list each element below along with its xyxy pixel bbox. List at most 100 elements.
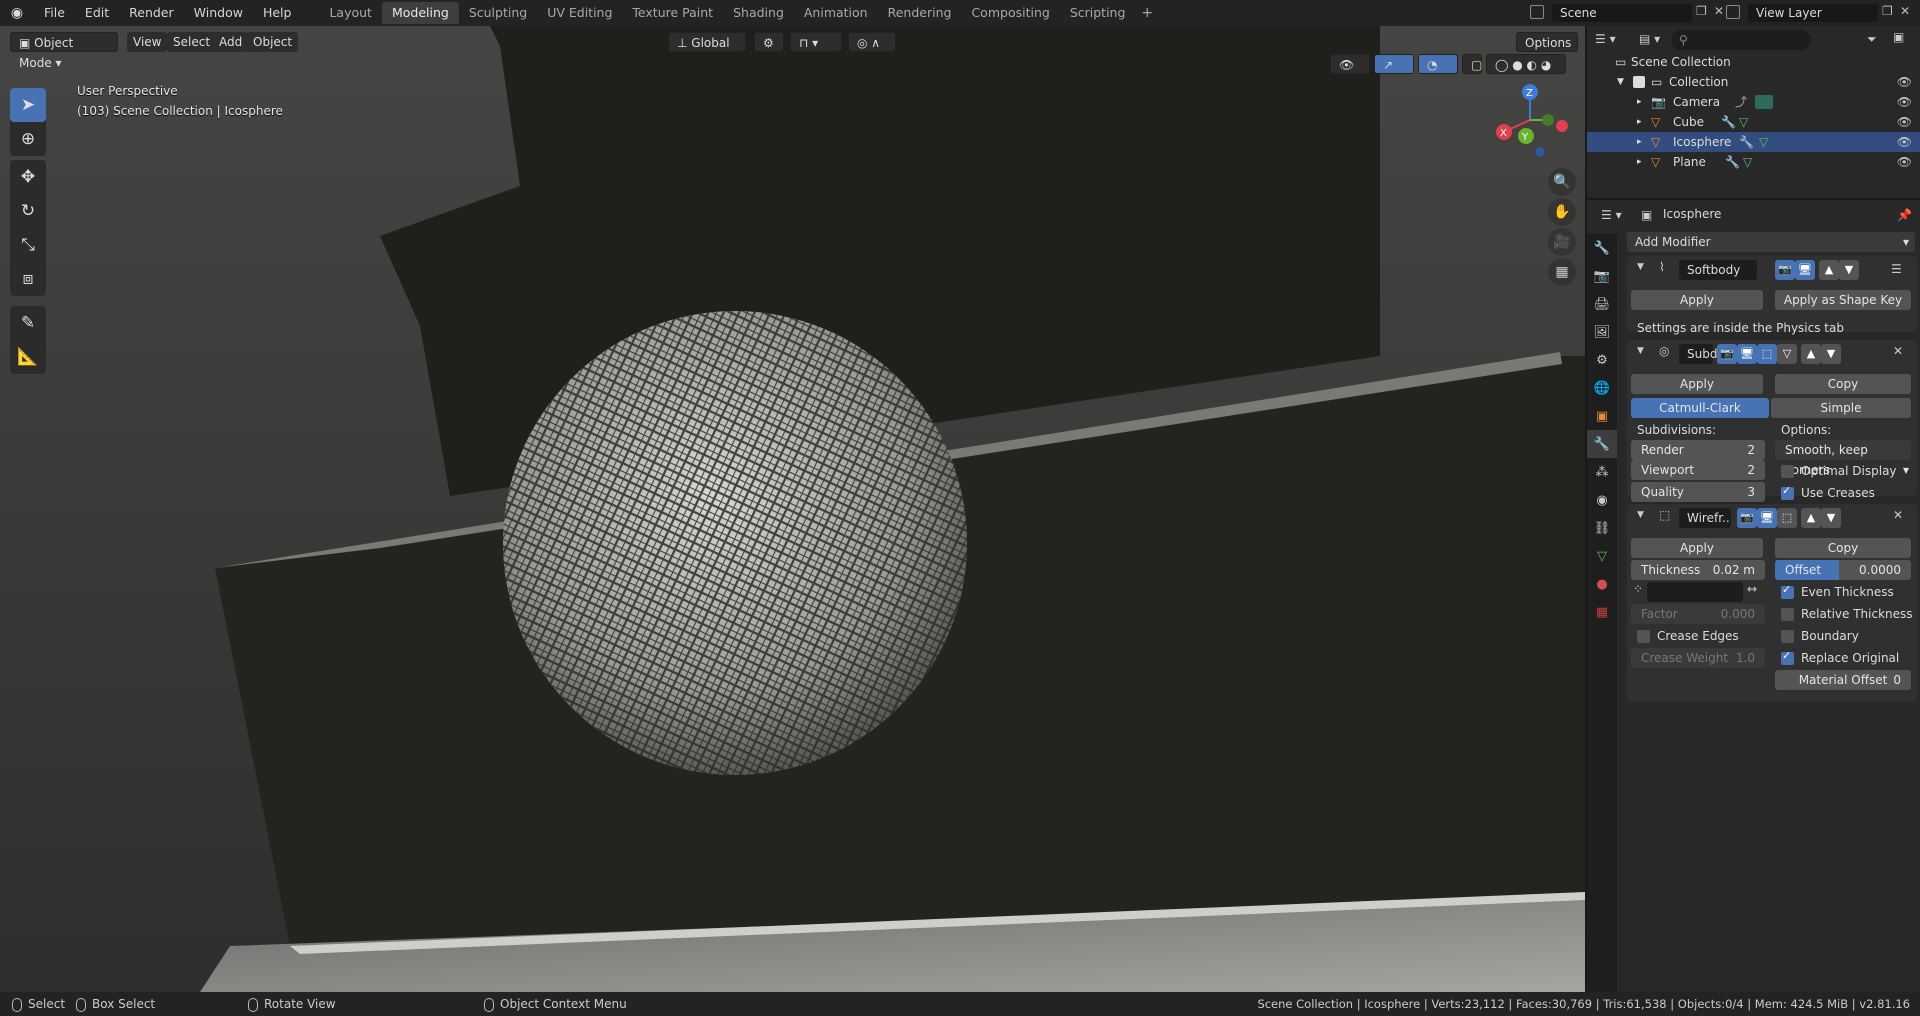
move-down-icon[interactable]: ▼	[1839, 260, 1859, 280]
move-down-icon[interactable]: ▼	[1821, 344, 1841, 364]
vertex-group-field[interactable]	[1647, 582, 1743, 602]
menu-select[interactable]: Select	[167, 32, 217, 52]
rotate-tool-icon[interactable]: ↻	[10, 194, 46, 228]
collapse-arrow-icon[interactable]: ▼	[1637, 262, 1644, 272]
modifier-options-icon[interactable]: ☰	[1891, 262, 1902, 276]
move-up-icon[interactable]: ▲	[1801, 344, 1821, 364]
viewport-toggle-icon[interactable]: 🖥	[1795, 260, 1815, 280]
menu-add[interactable]: Add	[213, 32, 249, 52]
expand-arrow-icon[interactable]: ▸	[1637, 112, 1642, 132]
viewport-toggle-icon[interactable]: 🖥	[1757, 508, 1777, 528]
move-up-icon[interactable]: ▲	[1819, 260, 1839, 280]
world-tab-icon[interactable]: 🌐	[1587, 374, 1617, 402]
optimal-display-checkbox[interactable]	[1781, 465, 1794, 478]
expand-arrow-icon[interactable]: ▸	[1637, 152, 1642, 172]
menu-help[interactable]: Help	[253, 0, 302, 26]
add-workspace-button[interactable]: +	[1135, 5, 1159, 21]
cursor-tool-icon[interactable]: ⊕	[10, 122, 46, 156]
outliner-row-collection[interactable]: ▼ ▭ Collection 👁	[1587, 72, 1920, 92]
menu-object[interactable]: Object	[247, 32, 299, 52]
editor-type-icon[interactable]: ☰ ▾	[1601, 208, 1622, 222]
tab-sculpting[interactable]: Sculpting	[459, 2, 537, 24]
on-cage-icon[interactable]: ▽	[1777, 344, 1797, 364]
tab-animation[interactable]: Animation	[794, 2, 878, 24]
offset-field[interactable]: Offset 0.0000	[1775, 560, 1911, 580]
select-box-tool-icon[interactable]: ➤	[10, 88, 46, 122]
tab-modeling[interactable]: Modeling	[381, 2, 459, 24]
add-modifier-dropdown[interactable]: Add Modifier ▾	[1627, 232, 1915, 252]
scene-field[interactable]: Scene	[1552, 4, 1692, 22]
scale-tool-icon[interactable]: ⤡	[10, 228, 46, 262]
render-levels-field[interactable]: Render 2	[1631, 440, 1765, 460]
editmode-toggle-icon[interactable]: ⬚	[1777, 508, 1797, 528]
constraints-tab-icon[interactable]: ⛓	[1587, 514, 1617, 542]
eye-icon[interactable]: 👁	[1897, 92, 1912, 112]
menu-view[interactable]: View	[127, 32, 168, 52]
xray-icon[interactable]: ▢	[1462, 54, 1482, 74]
outliner-search-input[interactable]: ⚲	[1671, 30, 1811, 50]
thickness-field[interactable]: Thickness 0.02 m	[1631, 560, 1765, 580]
render-toggle-icon[interactable]: 📷	[1717, 344, 1737, 364]
tab-shading[interactable]: Shading	[723, 2, 794, 24]
menu-render[interactable]: Render	[119, 0, 184, 26]
physics-tab-icon[interactable]: ◉	[1587, 486, 1617, 514]
material-offset-field[interactable]: Material Offset 0	[1775, 670, 1911, 690]
tab-uv-editing[interactable]: UV Editing	[537, 2, 622, 24]
tab-texture-paint[interactable]: Texture Paint	[622, 2, 723, 24]
eye-icon[interactable]: 👁	[1897, 152, 1912, 172]
catmull-clark-button[interactable]: Catmull-Clark	[1631, 398, 1769, 418]
editor-type-icon[interactable]: ☰ ▾	[1595, 32, 1635, 50]
expand-arrow-icon[interactable]: ▼	[1617, 72, 1624, 92]
modifier-tab-icon[interactable]: 🔧	[1587, 430, 1617, 458]
tab-scripting[interactable]: Scripting	[1060, 2, 1136, 24]
expand-arrow-icon[interactable]: ▸	[1637, 132, 1642, 152]
new-collection-icon[interactable]: ▣	[1893, 30, 1904, 44]
eye-icon[interactable]: 👁	[1897, 132, 1912, 152]
invert-arrows-icon[interactable]: ↔	[1747, 582, 1757, 596]
view-layer-tab-icon[interactable]: 🖼	[1587, 318, 1617, 346]
object-tab-icon[interactable]: ▣	[1587, 402, 1617, 430]
subsurf-apply-button[interactable]: Apply	[1631, 374, 1763, 394]
relative-thickness-checkbox[interactable]	[1781, 608, 1794, 621]
delete-scene-icon[interactable]: ✕	[1714, 4, 1724, 18]
orientation-selector[interactable]: ⊥ Global	[668, 32, 746, 52]
outliner-row-camera[interactable]: ▸ 📷 Camera ⤴ 👁	[1587, 92, 1920, 112]
crease-edges-checkbox[interactable]	[1637, 630, 1650, 643]
snap-icon[interactable]: ⊓ ▾	[790, 32, 842, 52]
copy-view-layer-icon[interactable]: ❐	[1882, 4, 1893, 18]
texture-tab-icon[interactable]: ▦	[1587, 598, 1617, 626]
3d-viewport[interactable]: ▣ Object Mode ▾ View Select Add Object ⊥…	[0, 26, 1585, 992]
even-thickness-checkbox[interactable]	[1781, 583, 1794, 599]
tab-layout[interactable]: Layout	[319, 2, 382, 24]
menu-window[interactable]: Window	[184, 0, 253, 26]
display-mode-icon[interactable]: ▤ ▾	[1639, 32, 1667, 50]
collection-checkbox[interactable]	[1633, 76, 1645, 88]
tab-rendering[interactable]: Rendering	[878, 2, 962, 24]
zoom-icon[interactable]: 🔍	[1548, 168, 1576, 196]
expand-arrow-icon[interactable]: ▸	[1637, 92, 1642, 112]
delete-view-layer-icon[interactable]: ✕	[1900, 4, 1910, 18]
outliner-row-scene-collection[interactable]: ▭ Scene Collection	[1587, 52, 1920, 72]
move-up-icon[interactable]: ▲	[1801, 508, 1821, 528]
ortho-toggle-icon[interactable]: ▦	[1548, 258, 1576, 286]
options-button[interactable]: Options	[1516, 32, 1578, 52]
tab-compositing[interactable]: Compositing	[961, 2, 1059, 24]
subsurf-copy-button[interactable]: Copy	[1775, 374, 1911, 394]
transform-tool-icon[interactable]: ⧈	[10, 262, 46, 296]
subsurf-name-field[interactable]: Subd	[1679, 344, 1717, 364]
apply-as-shape-key-button[interactable]: Apply as Shape Key	[1775, 290, 1911, 310]
gizmo-toggle-icon[interactable]: ↗	[1374, 54, 1414, 74]
eye-icon[interactable]: 👁	[1897, 72, 1912, 92]
overlay-toggle-icon[interactable]: ◔	[1418, 54, 1458, 74]
camera-view-icon[interactable]: 🎥	[1548, 228, 1576, 256]
navigation-gizmo[interactable]: Z X Y	[1490, 80, 1570, 160]
pivot-icon[interactable]: ⚙	[754, 32, 784, 52]
softbody-name-field[interactable]: Softbody	[1679, 260, 1757, 280]
tool-tab-icon[interactable]: 🔧	[1587, 234, 1617, 262]
move-down-icon[interactable]: ▼	[1821, 508, 1841, 528]
softbody-apply-button[interactable]: Apply	[1631, 290, 1763, 310]
measure-tool-icon[interactable]: 📐	[10, 340, 46, 374]
shading-modes[interactable]: ◯ ● ◐ ◕	[1486, 54, 1566, 74]
outliner-row-cube[interactable]: ▸ ▽ Cube 🔧 ▽ 👁	[1587, 112, 1920, 132]
pin-icon[interactable]: 📌	[1897, 208, 1912, 222]
